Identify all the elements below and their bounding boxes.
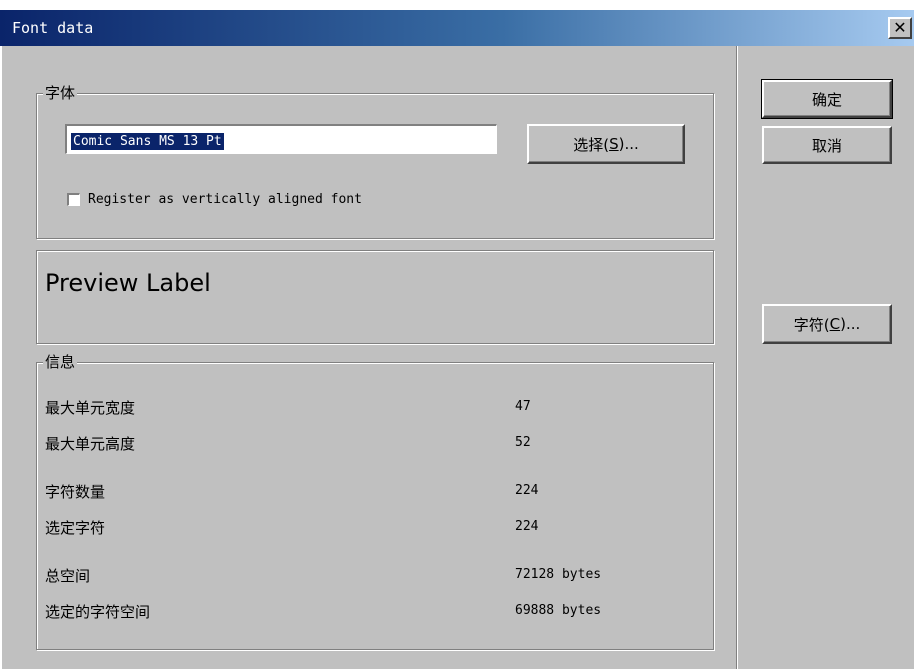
characters-button-label: 字符( — [793, 315, 830, 334]
font-groupbox: 字体 Comic Sans MS 13 Pt 选择(S)... Register… — [36, 84, 714, 239]
characters-button[interactable]: 字符(C)... — [762, 304, 892, 344]
info-row-selected-chars: 选定字符 224 — [45, 517, 705, 539]
cancel-button[interactable]: 取消 — [762, 126, 892, 164]
vertical-align-checkbox-row[interactable]: Register as vertically aligned font — [67, 192, 362, 207]
font-name-value: Comic Sans MS 13 Pt — [71, 133, 224, 150]
info-label: 选定字符 — [45, 519, 106, 537]
info-label: 最大单元高度 — [45, 435, 136, 453]
info-label: 总空间 — [45, 567, 91, 585]
ok-button[interactable]: 确定 — [761, 79, 893, 119]
info-row-selected-space: 选定的字符空间 69888 bytes — [45, 601, 705, 623]
select-font-button-suffix: )... — [618, 135, 639, 153]
close-button[interactable]: ✕ — [888, 17, 912, 39]
select-font-button-accel: S — [609, 135, 619, 153]
info-groupbox: 信息 最大单元宽度 47 最大单元高度 52 字符数量 224 选定字符 224… — [36, 353, 714, 650]
info-label: 选定的字符空间 — [45, 603, 151, 621]
info-value: 69888 bytes — [515, 603, 602, 618]
characters-button-suffix: )... — [840, 315, 861, 333]
select-font-button[interactable]: 选择(S)... — [527, 124, 685, 164]
close-icon: ✕ — [893, 18, 907, 37]
info-row-max-cell-width: 最大单元宽度 47 — [45, 397, 705, 419]
info-value: 224 — [515, 483, 539, 498]
ok-button-label: 确定 — [811, 90, 842, 109]
preview-label: Preview Label — [45, 269, 211, 297]
characters-button-accel: C — [829, 315, 841, 333]
preview-panel: Preview Label — [36, 250, 714, 344]
info-value: 47 — [515, 399, 531, 414]
vertical-align-checkbox-label: Register as vertically aligned font — [88, 192, 362, 207]
font-name-field[interactable]: Comic Sans MS 13 Pt — [65, 124, 497, 154]
font-group-legend: 字体 — [43, 84, 78, 102]
info-value: 72128 bytes — [515, 567, 602, 582]
info-label: 最大单元宽度 — [45, 399, 136, 417]
title-bar[interactable]: Font data ✕ — [0, 10, 914, 46]
select-font-button-label: 选择( — [573, 135, 610, 154]
info-value: 224 — [515, 519, 539, 534]
cancel-button-label: 取消 — [811, 136, 842, 155]
info-row-char-count: 字符数量 224 — [45, 481, 705, 503]
info-row-total-space: 总空间 72128 bytes — [45, 565, 705, 587]
vertical-align-checkbox[interactable] — [67, 193, 80, 206]
info-value: 52 — [515, 435, 531, 450]
info-row-max-cell-height: 最大单元高度 52 — [45, 433, 705, 455]
vertical-separator — [736, 46, 738, 669]
info-group-legend: 信息 — [43, 353, 78, 371]
dialog-client-area: 字体 Comic Sans MS 13 Pt 选择(S)... Register… — [0, 46, 914, 669]
window-title: Font data — [12, 19, 94, 37]
font-data-dialog: Font data ✕ 字体 Comic Sans MS 13 Pt 选择(S)… — [0, 10, 914, 669]
info-label: 字符数量 — [45, 483, 106, 501]
